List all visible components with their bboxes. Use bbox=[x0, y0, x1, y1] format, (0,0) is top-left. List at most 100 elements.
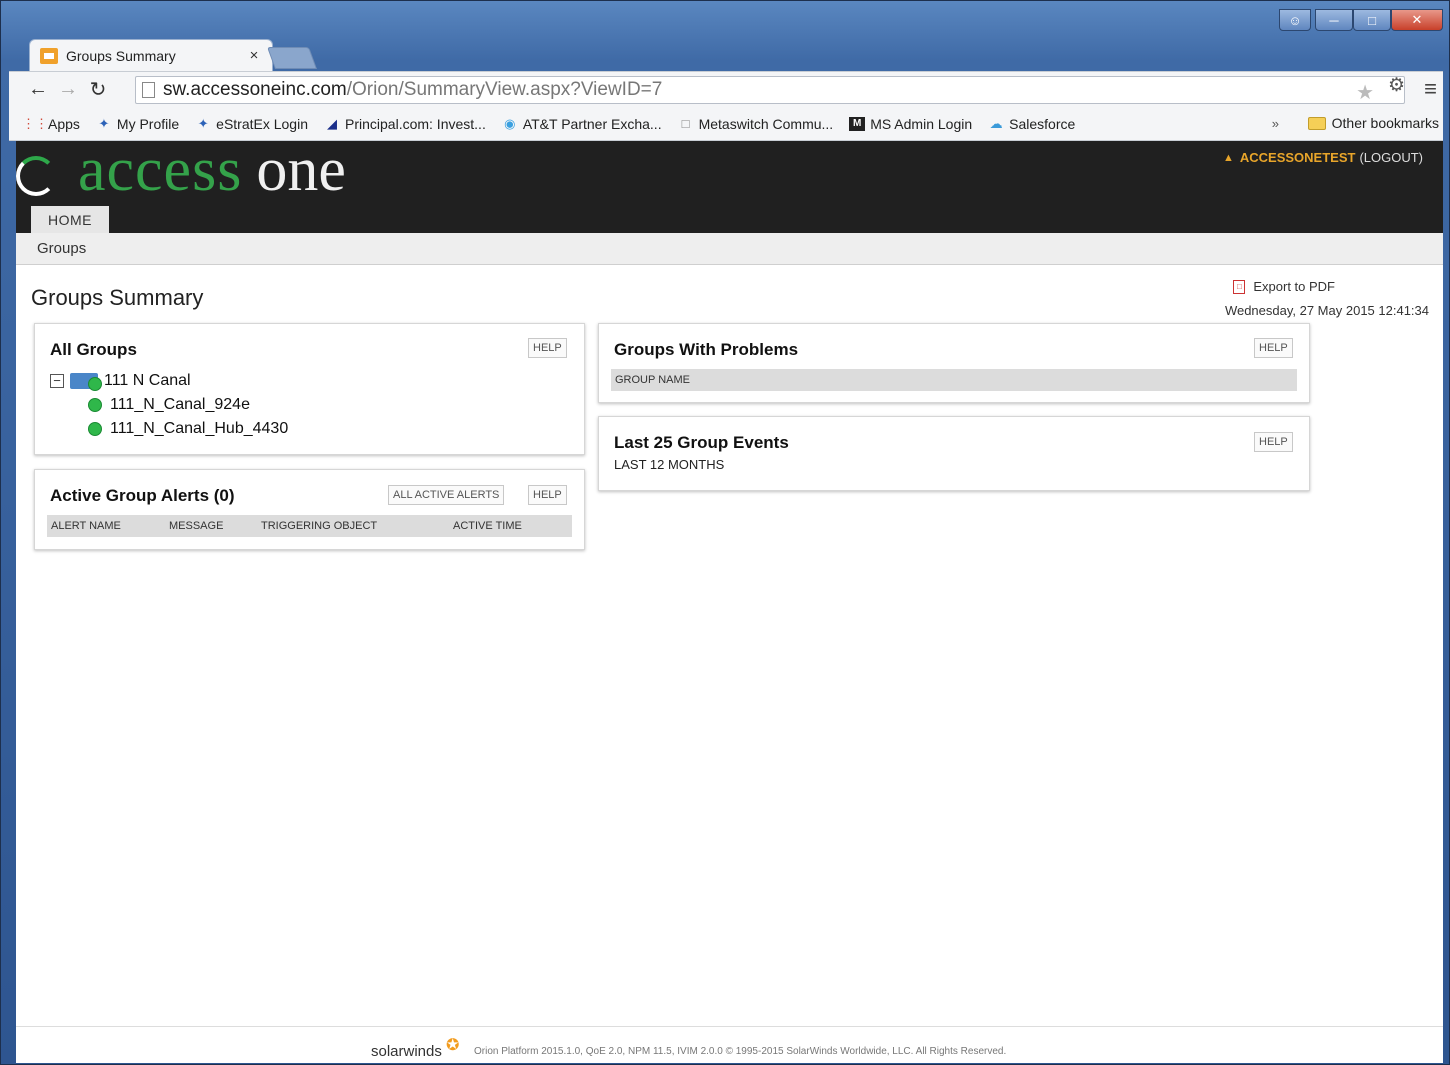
estratex-icon: ✦ bbox=[98, 115, 110, 131]
user-profile-icon[interactable]: ☺ bbox=[1279, 9, 1311, 31]
close-icon[interactable]: × bbox=[246, 47, 262, 64]
logout-link[interactable]: (LOGOUT) bbox=[1359, 150, 1423, 165]
cloud-icon: ☁ bbox=[989, 115, 1003, 131]
tree-root-row[interactable]: − 111 N Canal bbox=[50, 372, 191, 391]
column-active-time[interactable]: ACTIVE TIME bbox=[453, 520, 522, 532]
group-child-label[interactable]: 111_N_Canal_Hub_4430 bbox=[110, 420, 288, 438]
status-up-icon bbox=[88, 422, 102, 436]
tab-title: Groups Summary bbox=[66, 47, 176, 64]
tree-child-row[interactable]: 111_N_Canal_Hub_4430 bbox=[88, 420, 288, 438]
window-controls: ☺ ─ □ ✕ bbox=[1279, 9, 1443, 31]
url-domain: sw.accessoneinc.com bbox=[163, 79, 347, 100]
menu-icon[interactable]: ≡ bbox=[1424, 76, 1437, 102]
status-up-icon bbox=[88, 398, 102, 412]
solarwinds-favicon-icon bbox=[40, 47, 58, 64]
address-bar[interactable]: sw.accessoneinc.com /Orion/SummaryView.a… bbox=[135, 76, 1405, 104]
apps-grid-icon: ⋮⋮ bbox=[22, 115, 48, 131]
column-alert-name[interactable]: ALERT NAME bbox=[51, 520, 121, 532]
window-close-icon[interactable]: ✕ bbox=[1391, 9, 1443, 31]
user-area: ▲ ACCESSONETEST (LOGOUT) bbox=[1223, 150, 1423, 165]
bookmark-label: AT&T Partner Excha... bbox=[522, 115, 662, 132]
column-triggering-object[interactable]: TRIGGERING OBJECT bbox=[261, 520, 377, 532]
new-tab-button[interactable] bbox=[266, 47, 318, 69]
bookmark-label: MS Admin Login bbox=[870, 115, 973, 132]
forward-arrow-icon[interactable]: → bbox=[53, 75, 83, 105]
bookmark-att[interactable]: ◉ AT&T Partner Excha... bbox=[502, 115, 662, 132]
page-content: access one ▲ ACCESSONETEST (LOGOUT) HOME… bbox=[16, 136, 1443, 1063]
tab-bar: Groups Summary × ☺ ─ □ ✕ bbox=[9, 9, 1443, 71]
access-one-logo[interactable]: access one bbox=[16, 135, 346, 206]
group-child-label[interactable]: 111_N_Canal_924e bbox=[110, 396, 250, 414]
all-groups-panel: All Groups HELP − 111 N Canal 111_N_Cana… bbox=[34, 323, 585, 455]
help-button[interactable]: HELP bbox=[1254, 338, 1293, 358]
bookmark-label: eStratEx Login bbox=[216, 115, 308, 132]
bookmark-my-profile[interactable]: ✦ My Profile bbox=[96, 116, 179, 132]
help-button[interactable]: HELP bbox=[528, 485, 567, 505]
page-icon: □ bbox=[681, 116, 690, 131]
ms-icon: M bbox=[849, 116, 866, 131]
column-group-name[interactable]: GROUP NAME bbox=[615, 374, 690, 386]
browser-chrome: Groups Summary × ☺ ─ □ ✕ ← → ↻ sw.access… bbox=[9, 9, 1443, 141]
subnav-item-groups[interactable]: Groups bbox=[37, 240, 86, 257]
tab-home[interactable]: HOME bbox=[31, 206, 109, 233]
reload-icon[interactable]: ↻ bbox=[83, 75, 113, 105]
principal-icon: ◢ bbox=[327, 115, 337, 131]
bookmark-principal[interactable]: ◢ Principal.com: Invest... bbox=[324, 116, 486, 132]
other-bookmarks-label: Other bookmarks bbox=[1331, 115, 1439, 131]
tab-groups-summary[interactable]: Groups Summary × bbox=[29, 39, 273, 71]
all-active-alerts-button[interactable]: ALL ACTIVE ALERTS bbox=[388, 485, 505, 505]
att-globe-icon: ◉ bbox=[504, 115, 516, 131]
bookmarks-overflow-button[interactable]: » bbox=[1272, 116, 1279, 131]
bookmark-estratex-login[interactable]: ✦ eStratEx Login bbox=[195, 116, 308, 132]
page-footer: solarwinds ✪ Orion Platform 2015.1.0, Qo… bbox=[16, 1026, 1443, 1063]
solarwinds-logo: solarwinds bbox=[371, 1043, 442, 1060]
page-title: Groups Summary bbox=[31, 285, 204, 310]
minimize-icon[interactable]: ─ bbox=[1315, 9, 1353, 31]
logo-one-text: one bbox=[256, 136, 346, 204]
bookmark-label: Apps bbox=[48, 115, 80, 132]
browser-window: Groups Summary × ☺ ─ □ ✕ ← → ↻ sw.access… bbox=[0, 0, 1450, 1065]
export-label: Export to PDF bbox=[1253, 279, 1335, 294]
solarwinds-flame-icon: ✪ bbox=[446, 1037, 460, 1054]
sub-navigation: Groups bbox=[16, 233, 1443, 265]
export-to-pdf-link[interactable]: □ Export to PDF bbox=[1233, 279, 1335, 294]
user-icon: ▲ bbox=[1222, 151, 1234, 164]
site-header: access one ▲ ACCESSONETEST (LOGOUT) HOME bbox=[16, 136, 1443, 233]
pdf-icon: □ bbox=[1233, 279, 1246, 294]
bookmark-ms-admin[interactable]: M MS Admin Login bbox=[849, 116, 972, 132]
panel-title: Active Group Alerts (0) bbox=[50, 486, 235, 505]
group-folder-icon bbox=[70, 373, 102, 391]
alerts-column-header: ALERT NAME MESSAGE TRIGGERING OBJECT ACT… bbox=[47, 515, 572, 537]
panel-title: Groups With Problems bbox=[614, 340, 799, 359]
bookmark-metaswitch[interactable]: □ Metaswitch Commu... bbox=[678, 116, 834, 132]
problems-column-header: GROUP NAME bbox=[611, 369, 1297, 391]
bookmark-star-icon[interactable]: ★ bbox=[1356, 80, 1374, 105]
groups-with-problems-panel: Groups With Problems HELP GROUP NAME bbox=[598, 323, 1310, 403]
bookmark-apps[interactable]: ⋮⋮ Apps bbox=[22, 115, 80, 132]
extension-icon[interactable]: ⚙ bbox=[1388, 74, 1405, 97]
timestamp: Wednesday, 27 May 2015 12:41:34 bbox=[1224, 303, 1429, 318]
help-button[interactable]: HELP bbox=[1254, 432, 1293, 452]
panel-title: Last 25 Group Events bbox=[614, 433, 789, 452]
panel-subtitle: LAST 12 MONTHS bbox=[614, 457, 725, 472]
browser-toolbar: ← → ↻ sw.accessoneinc.com /Orion/Summary… bbox=[9, 71, 1443, 107]
back-arrow-icon[interactable]: ← bbox=[23, 75, 53, 105]
other-bookmarks[interactable]: Other bookmarks bbox=[1307, 115, 1439, 131]
bookmark-label: My Profile bbox=[116, 115, 180, 132]
username-link[interactable]: ACCESSONETEST bbox=[1240, 150, 1356, 165]
group-root-label[interactable]: 111 N Canal bbox=[104, 372, 191, 390]
folder-icon bbox=[1307, 116, 1326, 130]
logo-arc-icon bbox=[16, 156, 56, 196]
bookmark-salesforce[interactable]: ☁ Salesforce bbox=[988, 115, 1076, 132]
help-button[interactable]: HELP bbox=[528, 338, 567, 358]
url-path: /Orion/SummaryView.aspx?ViewID=7 bbox=[346, 79, 663, 100]
column-message[interactable]: MESSAGE bbox=[169, 520, 223, 532]
tree-child-row[interactable]: 111_N_Canal_924e bbox=[88, 396, 250, 414]
estratex-icon: ✦ bbox=[197, 115, 209, 131]
bookmark-label: Metaswitch Commu... bbox=[698, 115, 834, 132]
bookmark-label: Salesforce bbox=[1009, 115, 1076, 132]
last-25-group-events-panel: Last 25 Group Events LAST 12 MONTHS HELP bbox=[598, 416, 1310, 491]
maximize-icon[interactable]: □ bbox=[1353, 9, 1391, 31]
collapse-toggle-icon[interactable]: − bbox=[50, 374, 64, 388]
panel-title: All Groups bbox=[50, 340, 137, 359]
